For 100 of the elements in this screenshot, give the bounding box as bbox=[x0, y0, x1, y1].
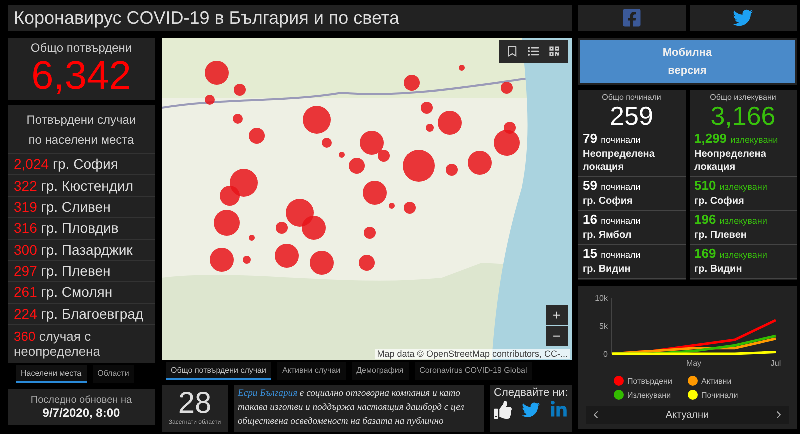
case-marker[interactable] bbox=[205, 61, 229, 85]
case-marker[interactable] bbox=[210, 248, 234, 272]
place-name: гр. Ямбол bbox=[583, 229, 633, 242]
case-marker[interactable] bbox=[468, 151, 492, 175]
x-tick-label: May bbox=[686, 359, 702, 368]
case-marker[interactable] bbox=[310, 251, 334, 275]
place-row[interactable]: 316 гр. Пловдив bbox=[8, 217, 155, 238]
stat-count: 15 починали bbox=[583, 246, 642, 263]
zoom-out-button[interactable]: − bbox=[546, 326, 568, 346]
case-marker[interactable] bbox=[243, 256, 251, 264]
stat-row[interactable]: 510 излекувани гр. София bbox=[690, 177, 797, 211]
case-marker[interactable] bbox=[303, 106, 331, 134]
case-marker[interactable] bbox=[349, 158, 365, 174]
case-marker[interactable] bbox=[501, 82, 513, 94]
company-link[interactable]: Есри България bbox=[238, 388, 298, 399]
case-marker[interactable] bbox=[378, 150, 390, 162]
page-title: Коронавирус COVID-19 в България и по света bbox=[14, 8, 400, 28]
case-marker[interactable] bbox=[302, 216, 326, 240]
case-marker[interactable] bbox=[364, 227, 376, 239]
update-time: 9/7/2020, 8:00 bbox=[42, 406, 120, 420]
legend-label: Активни bbox=[702, 376, 732, 386]
case-marker[interactable] bbox=[389, 203, 395, 209]
case-marker[interactable] bbox=[459, 65, 465, 71]
case-marker[interactable] bbox=[494, 130, 520, 156]
twitter-icon bbox=[733, 8, 754, 28]
place-row[interactable]: 300 гр. Пазарджик bbox=[8, 238, 155, 260]
case-marker[interactable] bbox=[404, 75, 420, 91]
case-marker[interactable] bbox=[220, 186, 240, 206]
tab[interactable]: Активни случаи bbox=[277, 362, 346, 380]
place-name: гр. Видин bbox=[694, 263, 744, 276]
case-marker[interactable] bbox=[363, 181, 387, 205]
nav-label: Актуални bbox=[666, 410, 710, 420]
regions-value: 28 bbox=[178, 388, 212, 420]
legend-label: Починали bbox=[702, 390, 738, 400]
case-marker[interactable] bbox=[322, 138, 332, 148]
tab[interactable]: Общо потвърдени случаи bbox=[166, 362, 272, 380]
case-marker[interactable] bbox=[275, 244, 299, 268]
place-name: гр. Плевен bbox=[694, 229, 748, 242]
place-row[interactable]: 297 гр. Плевен bbox=[8, 260, 155, 282]
stat-row[interactable]: 196 излекувани гр. Плевен bbox=[690, 211, 797, 245]
thumbs-up-icon bbox=[494, 401, 512, 419]
case-marker[interactable] bbox=[359, 255, 375, 271]
case-marker[interactable] bbox=[249, 235, 255, 241]
place-row[interactable]: 322 гр. Кюстендил bbox=[8, 174, 155, 196]
case-marker[interactable] bbox=[438, 111, 462, 135]
place-row[interactable]: 261 гр. Смолян bbox=[8, 281, 155, 303]
tab[interactable]: Населени места bbox=[16, 365, 87, 383]
place-row[interactable]: 2,024 гр. София bbox=[8, 153, 155, 174]
stat-count: 1,299 излекувани bbox=[694, 131, 780, 148]
case-marker[interactable] bbox=[404, 202, 416, 214]
stat-row[interactable]: 16 починали гр. Ямбол bbox=[578, 211, 686, 245]
case-marker[interactable] bbox=[360, 131, 384, 155]
list-icon bbox=[528, 46, 539, 57]
case-marker[interactable] bbox=[504, 122, 516, 134]
social-link[interactable] bbox=[494, 401, 512, 419]
case-marker[interactable] bbox=[214, 210, 240, 236]
stat-row[interactable]: 1,299 излекувани Неопределена локация bbox=[690, 130, 797, 177]
facebook-icon bbox=[622, 8, 642, 28]
case-marker[interactable] bbox=[233, 114, 243, 124]
case-marker[interactable] bbox=[426, 124, 434, 132]
share-button[interactable] bbox=[578, 5, 686, 31]
stat-count: 16 починали bbox=[583, 212, 642, 229]
update-label: Последно обновен на bbox=[30, 394, 132, 406]
place-name: гр. София bbox=[694, 195, 746, 208]
stat-count: 59 починали bbox=[583, 178, 642, 195]
linkedin-icon bbox=[550, 401, 568, 419]
stat-row[interactable]: 169 излекувани гр. Видин bbox=[690, 245, 797, 279]
case-marker[interactable] bbox=[286, 199, 314, 227]
social-link[interactable] bbox=[522, 401, 540, 419]
place-name: Неопределена локация bbox=[583, 148, 656, 174]
about-text: Есри България е социално отговорна компания и като такава изготви и поддържа настоящия дашборд с цел обществена осведоменост на базата на публично bbox=[238, 387, 466, 429]
place-name: гр. София bbox=[583, 195, 634, 208]
tab[interactable]: Coronavirus COVID-19 Global bbox=[414, 362, 532, 380]
stat-count: 196 излекувани bbox=[694, 212, 768, 229]
place-name: Неопределена локация bbox=[694, 148, 768, 174]
map-attribution-text: Map data © OpenStreetMap contributors, CC-... bbox=[375, 349, 570, 359]
case-marker[interactable] bbox=[403, 150, 435, 182]
case-marker[interactable] bbox=[276, 222, 288, 234]
qr-code-icon bbox=[549, 46, 560, 57]
stat-count: 79 починали bbox=[583, 131, 642, 148]
stat-label: Общо излекувани bbox=[710, 93, 776, 102]
zoom-in-button[interactable]: + bbox=[546, 305, 568, 325]
stat-row[interactable]: 15 починали гр. Видин bbox=[578, 245, 686, 279]
case-marker[interactable] bbox=[339, 152, 345, 158]
case-marker[interactable] bbox=[234, 84, 246, 96]
case-marker[interactable] bbox=[205, 95, 215, 105]
place-row[interactable]: 319 гр. Сливен bbox=[8, 196, 155, 218]
place-row[interactable]: 224 гр. Благоевград bbox=[8, 302, 155, 324]
case-marker[interactable] bbox=[421, 102, 433, 114]
places-footer: 360 случая с неопределена bbox=[8, 324, 155, 363]
tab[interactable]: Демография bbox=[352, 362, 409, 380]
case-marker[interactable] bbox=[446, 164, 458, 176]
stat-row[interactable]: 79 починали Неопределена локация bbox=[578, 130, 686, 177]
stat-label: Общо починали bbox=[602, 93, 662, 102]
case-marker[interactable] bbox=[230, 169, 258, 197]
tab[interactable]: Области bbox=[92, 365, 134, 383]
case-marker[interactable] bbox=[249, 128, 265, 144]
share-button[interactable] bbox=[690, 5, 797, 31]
stat-count: 169 излекувани bbox=[694, 246, 768, 263]
stat-row[interactable]: 59 починали гр. София bbox=[578, 177, 686, 211]
